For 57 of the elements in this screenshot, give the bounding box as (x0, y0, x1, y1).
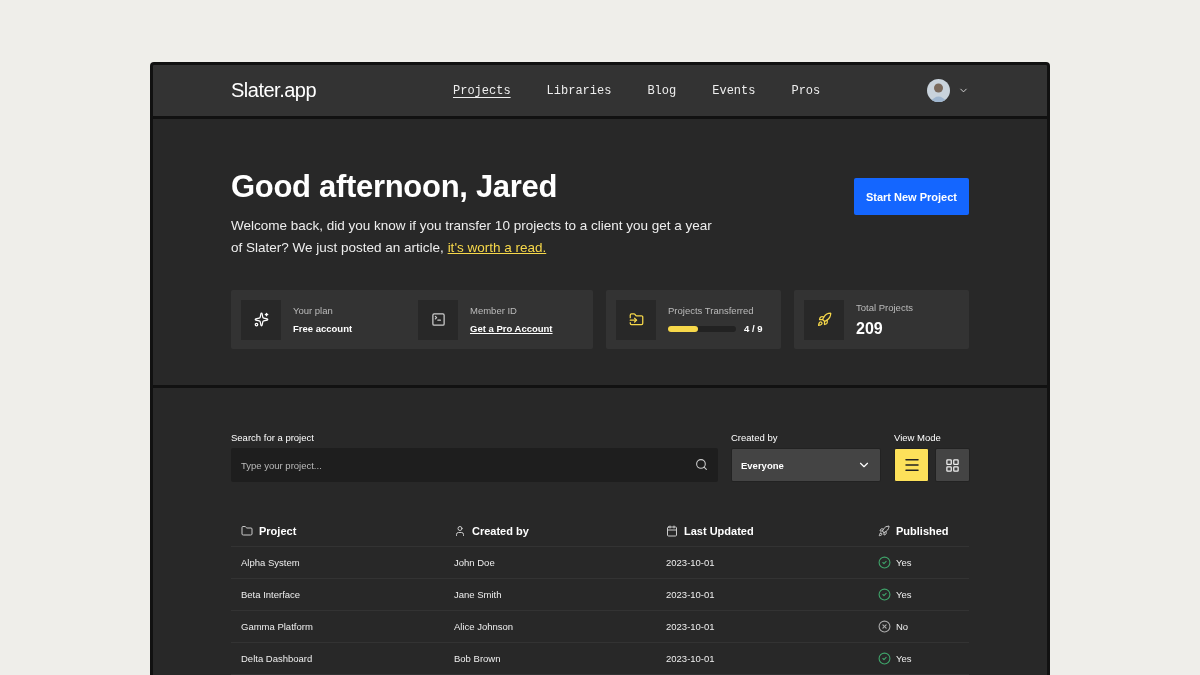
nav-link[interactable]: Pros (791, 83, 821, 98)
table-cell: Yes (896, 557, 912, 568)
table-cell-text: Gamma Platform (241, 621, 314, 632)
list-view-button[interactable] (894, 448, 929, 482)
field-label: View Mode (894, 432, 942, 443)
stat-label: Total Projects (856, 301, 914, 313)
logo[interactable]: Slater.app (231, 79, 453, 103)
stat-label: Projects Transferred (668, 305, 755, 317)
list-icon (902, 456, 921, 474)
field-label: Created by (731, 432, 779, 443)
table-cell: Yes (896, 653, 912, 664)
progress-reading: 4 / 9 (744, 323, 763, 335)
stat-label: Your plan (293, 305, 334, 317)
search-icon[interactable] (695, 458, 708, 471)
column-header[interactable]: Last Updated (684, 525, 754, 537)
folder-icon (241, 525, 253, 537)
nav-link[interactable]: Projects (453, 83, 511, 98)
user-icon (454, 525, 466, 537)
column-header[interactable]: Project (259, 525, 297, 537)
search-field[interactable]: Type your project... (231, 448, 718, 482)
avatar[interactable] (927, 79, 950, 103)
stat-value: Free account (293, 323, 353, 335)
table-cell-text: Delta Dashboard (241, 653, 314, 664)
grid-view-button[interactable] (935, 448, 970, 482)
stat-value: 209 (856, 319, 884, 338)
pro-account-link[interactable]: Get a Pro Account (470, 323, 553, 335)
table-cell-text: John Doe (454, 557, 496, 568)
calendar-icon (666, 525, 678, 537)
field-label: Search for a project (231, 432, 315, 443)
stat-label: Member ID (470, 305, 518, 317)
table-cell-text: Beta Interface (241, 589, 302, 600)
column-header[interactable]: Created by (472, 525, 529, 537)
terminal-icon (430, 312, 446, 328)
table-cell-text: 2023-10-01 (666, 621, 716, 632)
rocket-icon (878, 525, 890, 537)
sparkle-icon (253, 312, 269, 328)
table-cell-text: Alice Johnson (454, 621, 515, 632)
nav-link[interactable]: Blog (647, 83, 677, 98)
table-cell-text: Jane Smith (454, 589, 503, 600)
nav-link[interactable]: Events (712, 83, 756, 98)
start-project-button[interactable]: Start New Project (853, 178, 969, 216)
table-cell-text: Bob Brown (454, 653, 502, 664)
table-cell: Yes (896, 589, 912, 600)
table-cell-text: 2023-10-01 (666, 557, 716, 568)
table-cell-text: Alpha System (241, 557, 301, 568)
grid-icon (945, 457, 960, 473)
creator-dropdown[interactable]: Everyone (731, 448, 881, 482)
folder-icon (628, 312, 644, 328)
article-link[interactable]: it's worth a read. (447, 240, 547, 256)
rocket-icon (816, 312, 832, 328)
nav-link[interactable]: Libraries (546, 83, 612, 98)
column-header[interactable]: Published (896, 525, 949, 537)
table-cell-text: 2023-10-01 (666, 653, 716, 664)
welcome-message: Welcome back, did you know if you transfer 10 projects to a client you get a year of Slater? We just posted an article, it's worth a read. (231, 217, 713, 258)
table-cell: No (896, 621, 909, 632)
table-cell-text: 2023-10-01 (666, 589, 716, 600)
greeting-title: Good afternoon, Jared (231, 169, 559, 206)
